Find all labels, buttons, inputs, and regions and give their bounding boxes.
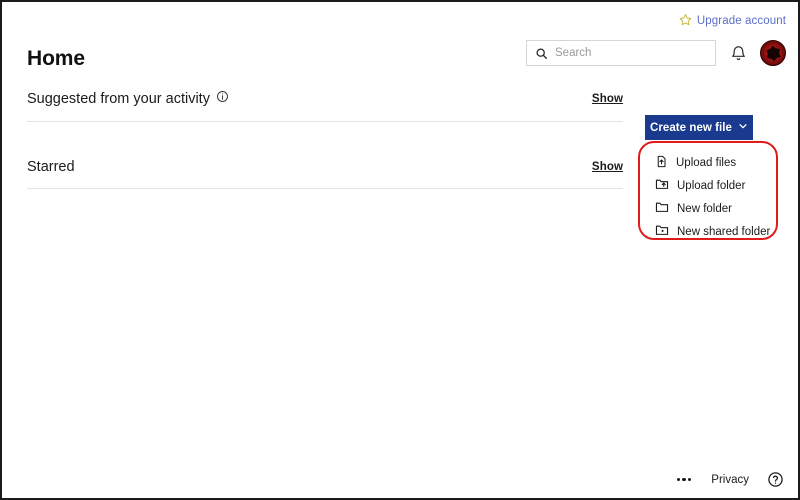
upgrade-account-label: Upgrade account [696, 15, 786, 27]
menu-item-upload-folder[interactable]: Upload folder [643, 174, 777, 197]
question-circle-icon[interactable] [767, 471, 784, 488]
utility-row: Upgrade account [679, 13, 786, 29]
section-title: Starred [27, 159, 75, 175]
menu-item-label: New shared folder [677, 225, 771, 238]
page-title: Home [27, 47, 85, 70]
star-outline-icon [679, 13, 692, 29]
section-divider [27, 188, 623, 189]
header-controls [526, 40, 786, 66]
menu-item-label: New folder [677, 202, 732, 215]
section-divider [27, 121, 623, 122]
privacy-link[interactable]: Privacy [711, 474, 749, 486]
section-header: Starred Show [27, 159, 623, 188]
section-title: Suggested from your activity [27, 91, 210, 107]
folder-shared-icon [655, 223, 669, 240]
notifications-bell-icon[interactable] [726, 41, 750, 65]
menu-item-upload-files[interactable]: Upload files [643, 151, 777, 174]
upgrade-account-link[interactable]: Upgrade account [679, 13, 786, 29]
folder-upload-icon [655, 177, 669, 194]
section-starred: Starred Show [27, 159, 623, 189]
create-new-file-button[interactable]: Create new file [645, 115, 753, 140]
ellipsis-icon[interactable] [675, 474, 694, 485]
show-suggested-link[interactable]: Show [592, 93, 623, 105]
menu-item-label: Upload files [676, 156, 737, 169]
search-input[interactable] [555, 47, 707, 59]
create-new-file-wrap: Create new file Upload files Upload fold… [643, 115, 777, 249]
footer-bar: Privacy [675, 471, 784, 488]
file-upload-icon [655, 155, 668, 171]
search-box[interactable] [526, 40, 716, 66]
section-header: Suggested from your activity Show [27, 90, 623, 121]
menu-item-label: Upload folder [677, 179, 746, 192]
menu-item-new-shared-folder[interactable]: New shared folder [643, 220, 777, 243]
search-icon [535, 47, 548, 60]
info-circle-icon[interactable] [216, 90, 229, 108]
show-starred-link[interactable]: Show [592, 161, 623, 173]
create-new-file-menu: Upload files Upload folder New folder Ne… [643, 145, 777, 249]
chevron-down-icon [738, 121, 748, 134]
section-suggested: Suggested from your activity Show [27, 90, 623, 122]
create-new-file-label: Create new file [650, 121, 732, 134]
user-avatar[interactable] [760, 40, 786, 66]
section-title-wrap: Starred [27, 159, 75, 175]
app-window: Upgrade account Home Search Suggested fr… [0, 0, 800, 500]
folder-icon [655, 200, 669, 217]
menu-item-new-folder[interactable]: New folder [643, 197, 777, 220]
section-title-wrap: Suggested from your activity [27, 90, 229, 108]
